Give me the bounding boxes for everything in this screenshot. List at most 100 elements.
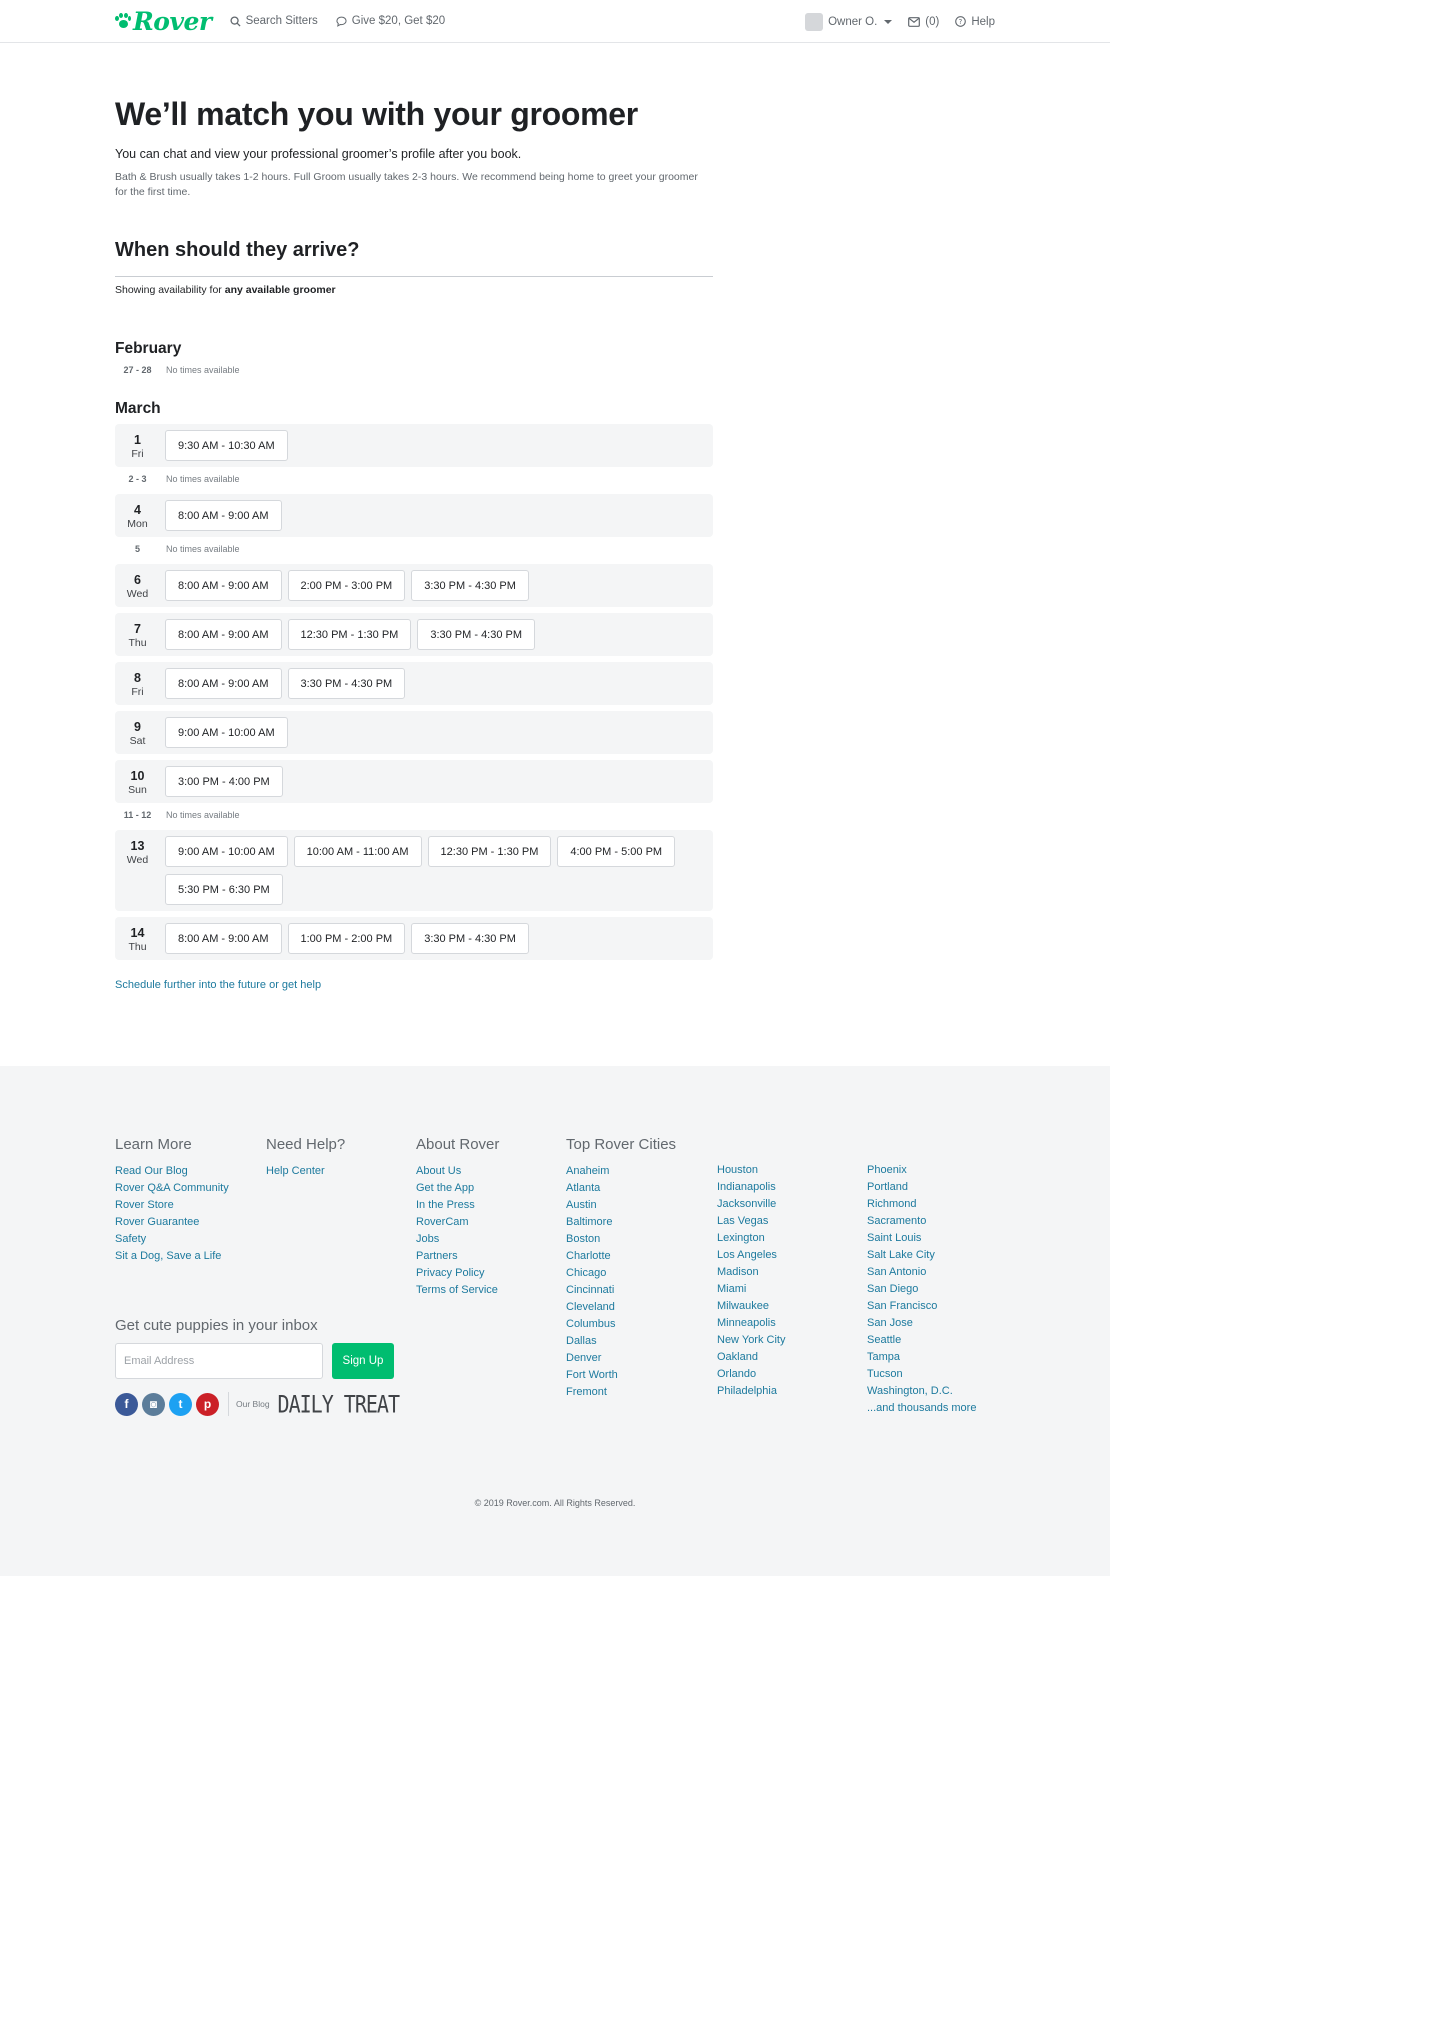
city-link[interactable]: Saint Louis xyxy=(867,1230,976,1247)
city-link[interactable]: Phoenix xyxy=(867,1162,976,1179)
city-link[interactable]: Chicago xyxy=(566,1265,676,1282)
footer-link[interactable]: Read Our Blog xyxy=(115,1163,229,1180)
help-label: Help xyxy=(971,15,995,28)
city-link[interactable]: Indianapolis xyxy=(717,1179,785,1196)
footer-link[interactable]: Partners xyxy=(416,1248,499,1265)
city-link[interactable]: Philadelphia xyxy=(717,1383,785,1400)
day-number: 4 xyxy=(134,503,141,517)
time-slot-button[interactable]: 8:00 AM - 9:00 AM xyxy=(165,668,282,699)
city-link[interactable]: Sacramento xyxy=(867,1213,976,1230)
time-slot-button[interactable]: 3:30 PM - 4:30 PM xyxy=(287,668,406,699)
time-slot-button[interactable]: 8:00 AM - 9:00 AM xyxy=(165,923,282,954)
city-link[interactable]: Jacksonville xyxy=(717,1196,785,1213)
time-slot-button[interactable]: 10:00 AM - 11:00 AM xyxy=(293,836,422,867)
instagram-icon[interactable]: ◙ xyxy=(142,1392,165,1416)
footer-link[interactable]: Safety xyxy=(115,1231,229,1248)
city-link[interactable]: New York City xyxy=(717,1332,785,1349)
time-slot-button[interactable]: 9:00 AM - 10:00 AM xyxy=(165,717,288,748)
city-link[interactable]: Oakland xyxy=(717,1349,785,1366)
time-slot-button[interactable]: 12:30 PM - 1:30 PM xyxy=(427,836,552,867)
city-link[interactable]: Fremont xyxy=(566,1384,676,1401)
time-slot-button[interactable]: 5:30 PM - 6:30 PM xyxy=(165,874,283,905)
city-link[interactable]: Lexington xyxy=(717,1230,785,1247)
city-link[interactable]: San Jose xyxy=(867,1315,976,1332)
rover-logo[interactable]: Rover xyxy=(115,7,212,36)
footer-cities-3: Phoenix Portland Richmond Sacramento Saint L… xyxy=(867,1162,976,1417)
time-slot-button[interactable]: 4:00 PM - 5:00 PM xyxy=(557,836,676,867)
email-input[interactable] xyxy=(115,1343,323,1379)
cities-column-2: Houston Indianapolis Jacksonville Las Vegas… xyxy=(717,1162,785,1400)
messages-link[interactable]: (0) xyxy=(908,16,939,28)
day-row: 9 Sat 9:00 AM - 10:00 AM xyxy=(115,711,713,754)
footer-link[interactable]: RoverCam xyxy=(416,1214,499,1231)
user-menu[interactable]: Owner O. xyxy=(805,12,893,31)
city-link[interactable]: Denver xyxy=(566,1350,676,1367)
city-link[interactable]: Fort Worth xyxy=(566,1367,676,1384)
search-sitters-link[interactable]: Search Sitters xyxy=(230,15,318,27)
footer-link[interactable]: Jobs xyxy=(416,1231,499,1248)
city-link[interactable]: Richmond xyxy=(867,1196,976,1213)
time-slot-button[interactable]: 3:30 PM - 4:30 PM xyxy=(417,619,536,650)
time-slot-button[interactable]: 3:30 PM - 4:30 PM xyxy=(411,570,529,601)
city-link[interactable]: Dallas xyxy=(566,1333,676,1350)
time-slot-button[interactable]: 2:00 PM - 3:00 PM xyxy=(287,570,406,601)
city-link[interactable]: Charlotte xyxy=(566,1248,676,1265)
city-link[interactable]: Anaheim xyxy=(566,1163,676,1180)
footer-link[interactable]: Sit a Dog, Save a Life xyxy=(115,1248,229,1265)
city-link[interactable]: Baltimore xyxy=(566,1214,676,1231)
time-slot-button[interactable]: 12:30 PM - 1:30 PM xyxy=(287,619,412,650)
time-slot-button[interactable]: 1:00 PM - 2:00 PM xyxy=(287,923,406,954)
city-link[interactable]: Minneapolis xyxy=(717,1315,785,1332)
footer-link[interactable]: Help Center xyxy=(266,1163,345,1180)
city-link[interactable]: ...and thousands more xyxy=(867,1400,976,1417)
schedule-future-link[interactable]: Schedule further into the future or get … xyxy=(115,979,321,991)
city-link[interactable]: Seattle xyxy=(867,1332,976,1349)
city-link[interactable]: Miami xyxy=(717,1281,785,1298)
time-slot-button[interactable]: 8:00 AM - 9:00 AM xyxy=(165,570,282,601)
city-link[interactable]: Orlando xyxy=(717,1366,785,1383)
footer-link[interactable]: Privacy Policy xyxy=(416,1265,499,1282)
help-link[interactable]: ? Help xyxy=(955,16,995,28)
time-slot-button[interactable]: 9:30 AM - 10:30 AM xyxy=(165,430,288,461)
city-link[interactable]: Tampa xyxy=(867,1349,976,1366)
city-link[interactable]: Boston xyxy=(566,1231,676,1248)
city-link[interactable]: Columbus xyxy=(566,1316,676,1333)
sign-up-button[interactable]: Sign Up xyxy=(332,1343,394,1379)
city-link[interactable]: San Diego xyxy=(867,1281,976,1298)
city-link[interactable]: San Antonio xyxy=(867,1264,976,1281)
city-link[interactable]: Madison xyxy=(717,1264,785,1281)
city-link[interactable]: Portland xyxy=(867,1179,976,1196)
time-slot-button[interactable]: 9:00 AM - 10:00 AM xyxy=(165,836,288,867)
footer-link[interactable]: Get the App xyxy=(416,1180,499,1197)
city-link[interactable]: Tucson xyxy=(867,1366,976,1383)
time-slot-button[interactable]: 3:30 PM - 4:30 PM xyxy=(411,923,529,954)
city-link[interactable]: Austin xyxy=(566,1197,676,1214)
time-slot-button[interactable]: 3:00 PM - 4:00 PM xyxy=(165,766,283,797)
about-title: About Rover xyxy=(416,1136,500,1153)
newsletter: Get cute puppies in your inbox Sign Up f… xyxy=(115,1317,400,1419)
time-slot-button[interactable]: 8:00 AM - 9:00 AM xyxy=(165,619,282,650)
daily-treat-logo[interactable]: DAILY TREAT xyxy=(278,1390,400,1419)
date-label: 10 Sun xyxy=(115,766,160,797)
city-link[interactable]: Las Vegas xyxy=(717,1213,785,1230)
referral-link[interactable]: Give $20, Get $20 xyxy=(336,15,445,27)
city-link[interactable]: Salt Lake City xyxy=(867,1247,976,1264)
footer-link[interactable]: Rover Guarantee xyxy=(115,1214,229,1231)
city-link[interactable]: Los Angeles xyxy=(717,1247,785,1264)
city-link[interactable]: Cincinnati xyxy=(566,1282,676,1299)
footer-link[interactable]: Rover Store xyxy=(115,1197,229,1214)
footer-link[interactable]: About Us xyxy=(416,1163,499,1180)
footer-link[interactable]: Rover Q&A Community xyxy=(115,1180,229,1197)
footer-link[interactable]: Terms of Service xyxy=(416,1282,499,1299)
city-link[interactable]: Atlanta xyxy=(566,1180,676,1197)
city-link[interactable]: Washington, D.C. xyxy=(867,1383,976,1400)
city-link[interactable]: Houston xyxy=(717,1162,785,1179)
city-link[interactable]: San Francisco xyxy=(867,1298,976,1315)
time-slot-button[interactable]: 8:00 AM - 9:00 AM xyxy=(165,500,282,531)
twitter-icon[interactable]: t xyxy=(169,1392,192,1416)
pinterest-icon[interactable]: p xyxy=(196,1392,219,1416)
footer-link[interactable]: In the Press xyxy=(416,1197,499,1214)
city-link[interactable]: Milwaukee xyxy=(717,1298,785,1315)
facebook-icon[interactable]: f xyxy=(115,1392,138,1416)
city-link[interactable]: Cleveland xyxy=(566,1299,676,1316)
